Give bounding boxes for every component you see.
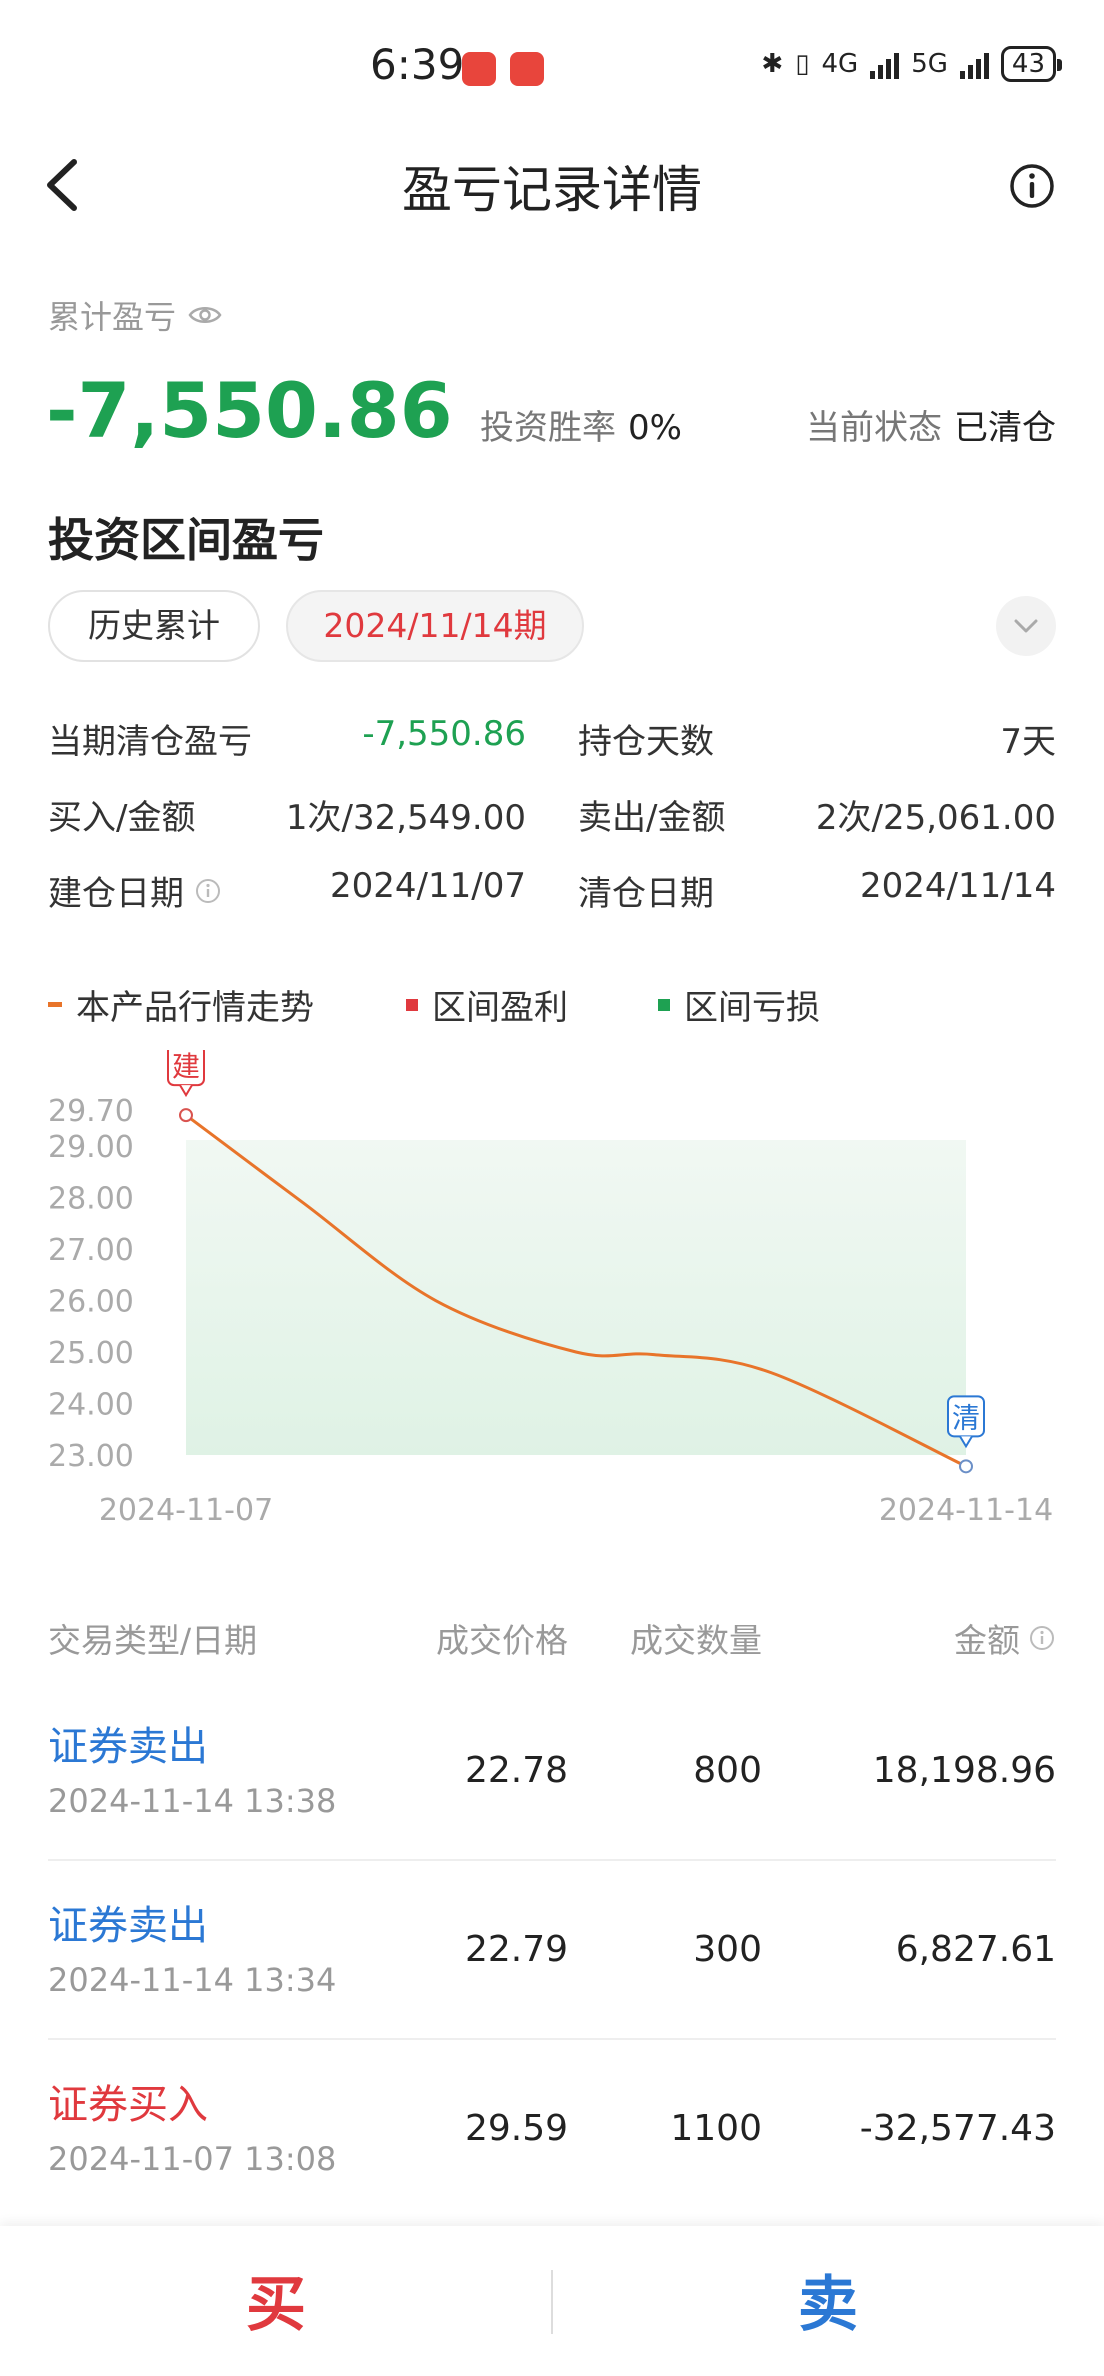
network-5g-label: 5G — [911, 49, 948, 79]
trade-type: 证券买入 — [48, 2082, 208, 2128]
trade-qty: 1100 — [670, 2108, 762, 2149]
sell-button[interactable]: 卖 — [552, 2256, 1104, 2343]
vibrate-icon: ▯ — [795, 49, 810, 79]
table-header-type-date: 交易类型/日期 — [48, 1621, 258, 1660]
x-tick-label: 2024-11-07 — [99, 1493, 273, 1528]
info-circle-icon[interactable] — [1008, 162, 1056, 210]
trade-amount: -32,577.43 — [859, 2108, 1056, 2149]
legend-swatch-loss — [658, 998, 670, 1011]
win-rate-value: 0% — [628, 408, 682, 448]
marker-label: 清 — [952, 1401, 980, 1434]
data-point — [959, 1459, 973, 1474]
position-status: 当前状态 已清仓 — [806, 408, 1056, 448]
page-title: 盈亏记录详情 — [402, 161, 702, 219]
trade-type: 证券卖出 — [48, 1724, 208, 1770]
trade-qty: 800 — [693, 1750, 762, 1791]
legend-trend: 本产品行情走势 — [48, 980, 406, 1029]
bottom-action-bar: 买 卖 — [0, 2226, 1104, 2376]
win-rate: 投资胜率 0% — [480, 408, 682, 448]
chevron-down-icon[interactable] — [996, 596, 1056, 656]
y-tick-label: 26.00 — [48, 1285, 134, 1320]
y-tick-label: 29.00 — [48, 1130, 134, 1165]
period-pnl-value: -7,550.86 — [362, 714, 526, 754]
trade-qty: 300 — [693, 1929, 762, 1970]
tab-history-cumulative[interactable]: 历史累计 — [48, 590, 260, 662]
close-date-label: 清仓日期 — [578, 874, 714, 914]
bluetooth-icon: ✱ — [761, 49, 784, 79]
holding-days-label: 持仓天数 — [578, 722, 714, 762]
battery-indicator: 43 — [1000, 46, 1063, 82]
y-tick-label: 23.00 — [48, 1439, 134, 1474]
status-bar: 6:39 ✱ ▯ 4G 5G 43 — [0, 0, 1104, 136]
y-tick-label: 29.70 — [48, 1094, 134, 1129]
y-tick-label: 28.00 — [48, 1182, 134, 1217]
legend-profit: 区间盈利 — [406, 980, 658, 1029]
info-circle-icon[interactable] — [194, 877, 222, 905]
cumulative-pnl-label: 累计盈亏 — [48, 292, 222, 338]
sell-count-value: 2次/25,061.00 — [815, 798, 1056, 838]
trade-datetime: 2024-11-07 13:08 — [48, 2140, 337, 2178]
row-divider — [48, 1859, 1056, 1861]
trade-datetime: 2024-11-14 13:34 — [48, 1961, 337, 1999]
legend-swatch-trend — [48, 1002, 62, 1007]
status-icons: ✱ ▯ 4G 5G 43 — [761, 46, 1063, 82]
row-divider — [48, 2038, 1056, 2040]
notification-app-icon — [510, 52, 544, 86]
position-status-value: 已清仓 — [954, 408, 1056, 448]
marker-pointer — [179, 1084, 193, 1098]
buy-count-label: 买入/金额 — [48, 798, 196, 838]
page-header: 盈亏记录详情 — [0, 136, 1104, 236]
trade-amount: 18,198.96 — [872, 1750, 1056, 1791]
table-header-price: 成交价格 — [436, 1621, 568, 1660]
table-header-qty: 成交数量 — [630, 1621, 762, 1660]
sell-count-label: 卖出/金额 — [578, 798, 726, 838]
status-time: 6:39 — [370, 40, 465, 89]
buy-count-value: 1次/32,549.00 — [285, 798, 526, 838]
table-header-amount: 金额 — [954, 1614, 1056, 1662]
eye-icon[interactable] — [188, 304, 222, 326]
data-point — [179, 1108, 193, 1123]
network-4g-label: 4G — [821, 49, 859, 79]
period-pnl-label: 当期清仓盈亏 — [48, 722, 252, 762]
trade-price: 22.79 — [464, 1929, 568, 1970]
close-date-value: 2024/11/14 — [860, 866, 1056, 906]
info-circle-icon[interactable] — [1028, 1624, 1056, 1652]
y-tick-label: 27.00 — [48, 1233, 134, 1268]
open-date-label: 建仓日期 — [48, 866, 222, 915]
price-trend-chart: 29.7029.00 28.00 27.00 26.00 25.00 24.00 23.00… — [48, 1050, 1053, 1528]
chart-legend: 本产品行情走势 区间盈利 区间亏损 — [48, 980, 820, 1029]
buy-button[interactable]: 买 — [0, 2256, 552, 2343]
y-tick-label: 24.00 — [48, 1388, 134, 1423]
marker-label: 建 — [172, 1050, 200, 1083]
signal-icon — [959, 49, 989, 79]
open-date-value: 2024/11/07 — [330, 866, 526, 906]
trade-datetime: 2024-11-14 13:38 — [48, 1782, 337, 1820]
holding-days-value: 7天 — [1000, 722, 1056, 762]
trade-amount: 6,827.61 — [895, 1929, 1056, 1970]
trade-price: 22.78 — [464, 1750, 568, 1791]
section-title: 投资区间盈亏 — [48, 513, 324, 567]
trade-type: 证券卖出 — [48, 1903, 208, 1949]
trade-price: 29.59 — [464, 2108, 568, 2149]
tab-period-selected[interactable]: 2024/11/14期 — [286, 590, 584, 662]
cumulative-pnl-value: -7,550.86 — [46, 366, 453, 455]
signal-icon — [870, 49, 900, 79]
y-tick-label: 25.00 — [48, 1336, 134, 1371]
legend-swatch-profit — [406, 998, 418, 1011]
x-tick-label: 2024-11-14 — [879, 1493, 1053, 1528]
legend-loss: 区间亏损 — [658, 980, 820, 1029]
notification-app-icon — [462, 52, 496, 86]
